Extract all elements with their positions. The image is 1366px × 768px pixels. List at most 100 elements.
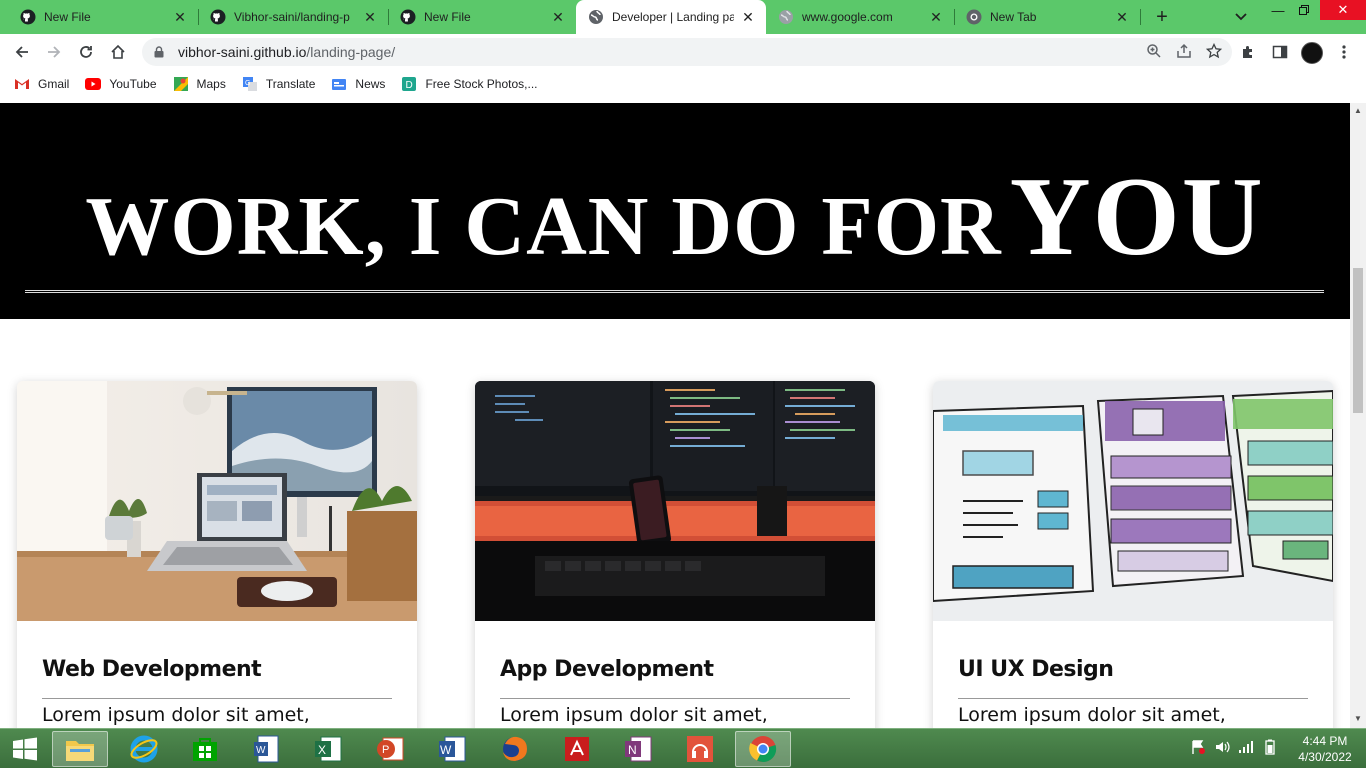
taskbar-onenote[interactable]: N [610,731,666,767]
system-clock[interactable]: 4:44 PM 4/30/2022 [1290,733,1360,765]
onenote-icon: N [625,736,652,762]
card-divider [500,698,850,699]
taskbar-excel[interactable]: X [300,731,356,767]
tab-vibhor-saini-repo[interactable]: Vibhor-saini/landing-p ✕ [198,0,388,34]
start-button[interactable] [6,733,44,765]
home-button[interactable] [104,38,132,66]
youtube-icon [85,76,102,92]
bookmark-youtube[interactable]: YouTube [85,76,157,92]
service-card-web-development[interactable]: Web Development Lorem ipsum dolor sit am… [17,381,417,728]
close-icon[interactable]: ✕ [740,9,756,25]
powerpoint-icon: P [377,737,404,761]
close-icon[interactable]: ✕ [362,9,378,25]
svg-text:D: D [406,80,413,91]
svg-text:W: W [256,745,266,756]
puzzle-icon [1243,46,1252,58]
chrome-icon [749,736,777,763]
tab-developer-landing-page[interactable]: Developer | Landing pa ✕ [576,0,766,34]
tab-strip: New File ✕ Vibhor-saini/landing-p ✕ New … [0,0,1366,34]
close-window-button[interactable]: ✕ [1320,0,1366,20]
hero-title-big: YOU [1009,155,1265,279]
tab-separator [1140,9,1141,25]
page-viewport: WORK, I CAN DO FOR YOU Web Development L… [0,103,1350,728]
lock-icon [154,46,170,58]
scroll-down-arrow-icon[interactable]: ▼ [1354,715,1362,723]
address-bar[interactable]: vibhor-saini.github.io/landing-page/ [142,38,1232,66]
page-scrollbar[interactable]: ▲ ▼ [1350,103,1366,728]
service-card-ui-ux-design[interactable]: UI UX Design Lorem ipsum dolor sit amet, [933,381,1333,728]
card-text: Lorem ipsum dolor sit amet, [500,704,768,726]
bookmark-free-stock-photos[interactable]: D Free Stock Photos,... [401,76,538,92]
bookmark-news[interactable]: News [331,76,385,92]
share-icon[interactable] [1176,43,1192,62]
tab-google[interactable]: www.google.com ✕ [766,0,954,34]
svg-text:P: P [382,744,389,756]
bookmark-gmail[interactable]: Gmail [14,76,69,92]
card-text: Lorem ipsum dolor sit amet, [958,704,1226,726]
action-center-flag-icon[interactable] [1190,739,1206,760]
tab-search-button[interactable] [1230,6,1252,28]
bookmark-label: Gmail [38,77,70,91]
back-button[interactable] [8,38,36,66]
taskbar-chrome[interactable] [735,731,791,767]
github-icon [210,9,226,25]
zoom-icon[interactable] [1146,43,1162,62]
tab-new-file-2[interactable]: New File ✕ [388,0,576,34]
close-icon[interactable]: ✕ [550,9,566,25]
url-host: vibhor-saini.github.io [178,44,307,60]
volume-icon[interactable] [1214,739,1230,760]
taskbar-acrobat[interactable] [549,731,605,767]
close-icon[interactable]: ✕ [928,9,944,25]
taskbar-powerpoint[interactable]: P [362,731,418,767]
globe-gray-icon [778,9,794,25]
battery-icon[interactable] [1262,739,1278,760]
scroll-up-arrow-icon[interactable]: ▲ [1354,107,1362,115]
bookmark-label: News [355,77,386,91]
close-icon[interactable]: ✕ [172,9,188,25]
card-divider [42,698,392,699]
taskbar-internet-explorer[interactable] [116,731,172,767]
bookmarks-bar: Gmail YouTube Maps G Translate News D Fr… [0,70,1366,98]
taskbar-word-viewer[interactable]: W [238,731,294,767]
kebab-menu-icon [1342,45,1346,59]
taskbar-store[interactable] [177,731,233,767]
chevron-down-icon [1235,13,1247,21]
tab-new-file-1[interactable]: New File ✕ [8,0,198,34]
reload-button[interactable] [72,38,100,66]
store-icon [193,738,217,761]
card-title: App Development [500,657,714,682]
new-tab-button[interactable]: + [1150,5,1174,29]
star-icon[interactable] [1205,42,1223,62]
restore-button[interactable] [1292,0,1316,20]
menu-button[interactable] [1330,38,1358,66]
profile-avatar[interactable] [1301,42,1323,64]
scrollbar-thumb[interactable] [1353,268,1363,413]
maps-icon [173,76,189,92]
folder-icon [66,741,94,761]
wireframe-sketch-photo [933,381,1333,621]
bookmark-translate[interactable]: G Translate [242,76,315,92]
tab-new-tab[interactable]: New Tab ✕ [954,0,1140,34]
plus-icon: + [1156,5,1168,28]
card-text: Lorem ipsum dolor sit amet, [42,704,310,726]
translate-icon: G [242,76,258,92]
close-icon[interactable]: ✕ [1114,9,1130,25]
minimize-button[interactable]: — [1266,0,1290,20]
taskbar-word[interactable]: W [424,731,480,767]
taskbar-file-explorer[interactable] [52,731,108,767]
tab-title: Vibhor-saini/landing-p [234,10,350,24]
svg-text:W: W [440,743,452,757]
url-path: /landing-page/ [306,44,396,60]
taskbar-music[interactable] [672,731,728,767]
extensions-button[interactable] [1234,38,1262,66]
card-divider [958,698,1308,699]
forward-button[interactable] [40,38,68,66]
side-panel-button[interactable] [1266,38,1294,66]
bookmark-label: Maps [196,77,226,91]
network-signal-icon[interactable] [1238,739,1254,760]
github-icon [20,9,36,25]
taskbar-firefox[interactable] [487,731,543,767]
system-tray [1190,739,1278,759]
bookmark-maps[interactable]: Maps [173,76,226,92]
service-card-app-development[interactable]: App Development Lorem ipsum dolor sit am… [475,381,875,728]
